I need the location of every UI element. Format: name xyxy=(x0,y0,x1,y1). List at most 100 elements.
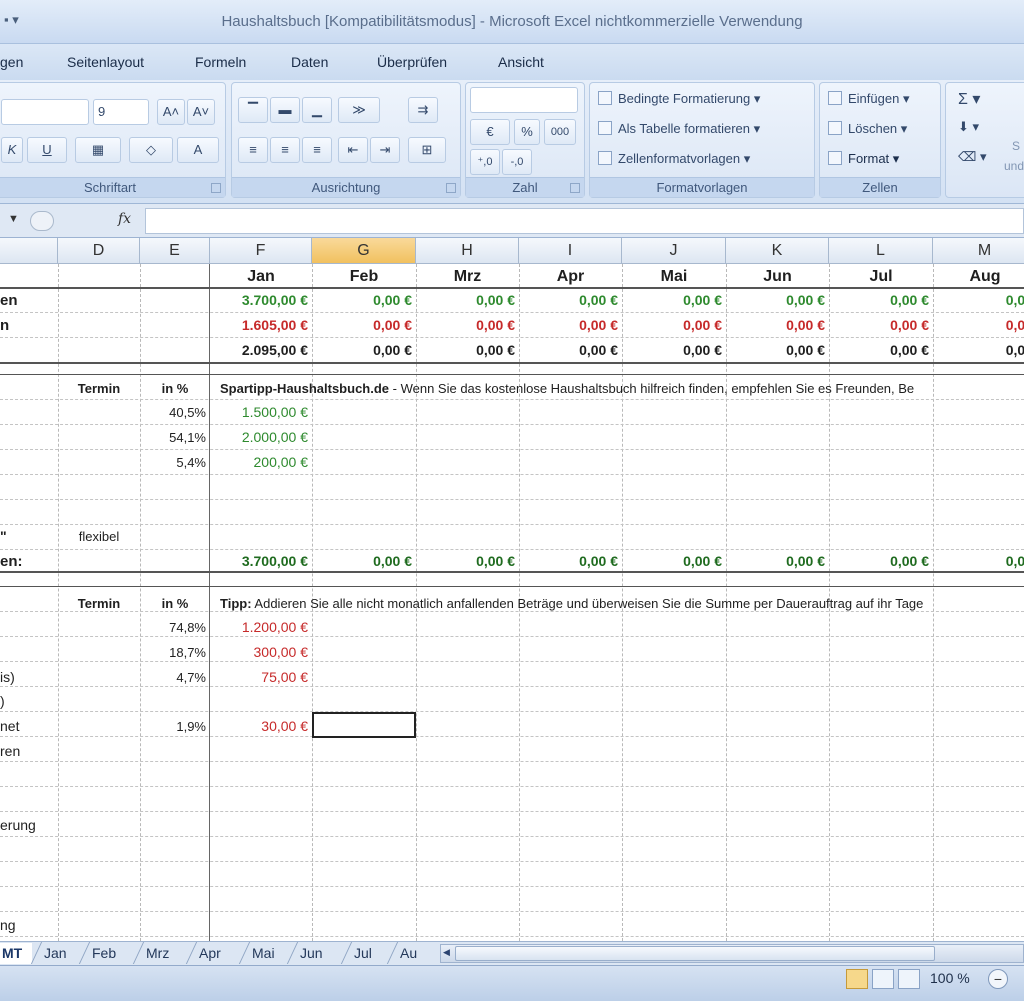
align-right-icon[interactable]: ≡ xyxy=(302,137,332,163)
increase-decimal-button[interactable]: ⁺,0 xyxy=(470,149,500,175)
increase-indent-icon[interactable]: ⇥ xyxy=(370,137,400,163)
expense-pct-cell[interactable] xyxy=(140,913,210,938)
sheet-tab-apr[interactable]: Apr xyxy=(189,943,231,964)
scrollbar-thumb[interactable] xyxy=(455,946,935,961)
income-total-cell[interactable]: 0,00 € xyxy=(829,549,933,574)
summary-cell[interactable]: 0,00 € xyxy=(622,288,726,313)
expense-pct-cell[interactable] xyxy=(140,689,210,714)
income-pct-cell[interactable] xyxy=(140,524,210,549)
expense-jan-cell[interactable] xyxy=(210,739,312,764)
border-button[interactable]: ▦ xyxy=(75,137,121,163)
income-termin-cell[interactable] xyxy=(58,425,140,450)
wrap-text-icon[interactable]: ⇉ xyxy=(408,97,438,123)
format-cells-button[interactable]: Format ▾ xyxy=(828,151,899,167)
sheet-tab-feb[interactable]: Feb xyxy=(82,943,126,964)
normal-view-icon[interactable] xyxy=(846,969,868,989)
zoom-level[interactable]: 100 % xyxy=(930,970,970,986)
autosum-button[interactable]: Σ ▾ xyxy=(958,89,980,109)
expense-pct-cell[interactable] xyxy=(140,764,210,789)
income-jan-cell[interactable] xyxy=(210,474,312,499)
expense-pct-cell[interactable]: 18,7% xyxy=(140,640,210,665)
income-pct-cell[interactable] xyxy=(140,474,210,499)
summary-cell[interactable]: 0,00 € xyxy=(312,338,416,363)
summary-cell[interactable]: 0,00 € xyxy=(726,338,829,363)
zoom-out-icon[interactable]: − xyxy=(988,969,1008,989)
income-total-cell[interactable]: 0,00 € xyxy=(726,549,829,574)
summary-cell[interactable]: 0,00 € xyxy=(416,338,519,363)
expense-pct-cell[interactable] xyxy=(140,888,210,913)
summary-cell[interactable]: 0,00 € xyxy=(416,288,519,313)
expense-jan-cell[interactable]: 300,00 € xyxy=(210,640,312,665)
expense-pct-cell[interactable] xyxy=(140,838,210,863)
expense-jan-cell[interactable] xyxy=(210,764,312,789)
summary-cell[interactable]: 1.605,00 € xyxy=(210,313,312,338)
summary-cell[interactable]: 0,00 € xyxy=(519,313,622,338)
sheet-tab-mrz[interactable]: Mrz xyxy=(136,943,179,964)
formula-input[interactable] xyxy=(145,208,1024,234)
summary-cell[interactable]: 0,00 € xyxy=(829,288,933,313)
summary-cell[interactable]: 0,00 € xyxy=(622,313,726,338)
column-header-d[interactable]: D xyxy=(58,238,140,264)
income-jan-cell[interactable] xyxy=(210,499,312,524)
column-header-f[interactable]: F xyxy=(210,238,312,264)
expense-pct-cell[interactable] xyxy=(140,813,210,838)
summary-cell[interactable]: 0,00 € xyxy=(726,288,829,313)
merge-cells-icon[interactable]: ⊞ xyxy=(408,137,446,163)
summary-cell[interactable]: 0,00 xyxy=(933,288,1024,313)
column-header-g[interactable]: G xyxy=(312,238,416,264)
orientation-button[interactable]: ≫ xyxy=(338,97,380,123)
income-pct-cell[interactable]: 54,1% xyxy=(140,425,210,450)
expense-jan-cell[interactable]: 75,00 € xyxy=(210,665,312,690)
income-total-cell[interactable]: 0,00 xyxy=(933,549,1024,574)
income-total-cell[interactable]: 0,00 € xyxy=(312,549,416,574)
align-left-icon[interactable]: ≡ xyxy=(238,137,268,163)
summary-cell[interactable]: 3.700,00 € xyxy=(210,288,312,313)
grow-font-button[interactable]: A˄ xyxy=(157,99,185,125)
tab-formeln[interactable]: Formeln xyxy=(195,54,246,70)
summary-cell[interactable]: 0,00 € xyxy=(829,313,933,338)
italic-button[interactable]: K xyxy=(1,137,23,163)
currency-format-button[interactable]: € xyxy=(470,119,510,145)
expense-pct-cell[interactable]: 1,9% xyxy=(140,714,210,739)
column-header-c[interactable] xyxy=(0,238,58,264)
expense-jan-cell[interactable]: 30,00 € xyxy=(210,714,312,739)
tab-einfuegen[interactable]: gen xyxy=(0,54,23,70)
column-header-e[interactable]: E xyxy=(140,238,210,264)
summary-cell[interactable]: 0,00 € xyxy=(312,313,416,338)
expense-jan-cell[interactable] xyxy=(210,913,312,938)
align-top-icon[interactable]: ▔ xyxy=(238,97,268,123)
summary-cell[interactable]: 0,00 € xyxy=(416,313,519,338)
summary-cell[interactable]: 0,00 xyxy=(933,313,1024,338)
income-total-cell[interactable]: 0,00 € xyxy=(416,549,519,574)
conditional-formatting-button[interactable]: Bedingte Formatierung ▾ xyxy=(598,91,760,107)
column-header-l[interactable]: L xyxy=(829,238,933,264)
income-total-cell[interactable]: 0,00 € xyxy=(519,549,622,574)
expense-jan-cell[interactable] xyxy=(210,863,312,888)
tab-ansicht[interactable]: Ansicht xyxy=(498,54,544,70)
income-total-cell[interactable]: 3.700,00 € xyxy=(210,549,312,574)
income-jan-cell[interactable] xyxy=(210,524,312,549)
tab-daten[interactable]: Daten xyxy=(291,54,328,70)
cell-styles-button[interactable]: Zellenformatvorlagen ▾ xyxy=(598,151,750,167)
name-box-dropdown-icon[interactable]: ▼ xyxy=(8,213,19,225)
expense-jan-cell[interactable] xyxy=(210,838,312,863)
expense-jan-cell[interactable] xyxy=(210,789,312,814)
expense-jan-cell[interactable] xyxy=(210,813,312,838)
sheet-tab-jun[interactable]: Jun xyxy=(290,943,333,964)
align-center-icon[interactable]: ≡ xyxy=(270,137,300,163)
summary-cell[interactable]: 2.095,00 € xyxy=(210,338,312,363)
fill-color-button[interactable]: ◇ xyxy=(129,137,173,163)
font-color-button[interactable]: A xyxy=(177,137,219,163)
delete-cells-button[interactable]: Löschen ▾ xyxy=(828,121,907,137)
sheet-tab-gesamt[interactable]: MT xyxy=(0,943,33,964)
column-header-i[interactable]: I xyxy=(519,238,622,264)
number-format-select[interactable] xyxy=(470,87,578,113)
horizontal-scrollbar[interactable]: ◀ xyxy=(440,944,1024,963)
income-jan-cell[interactable]: 1.500,00 € xyxy=(210,400,312,425)
percent-format-button[interactable]: % xyxy=(514,119,540,145)
income-pct-cell[interactable] xyxy=(140,499,210,524)
scroll-left-icon[interactable]: ◀ xyxy=(443,947,450,958)
column-header-h[interactable]: H xyxy=(416,238,519,264)
insert-cells-button[interactable]: Einfügen ▾ xyxy=(828,91,909,107)
font-dialog-launcher-icon[interactable] xyxy=(211,183,221,193)
